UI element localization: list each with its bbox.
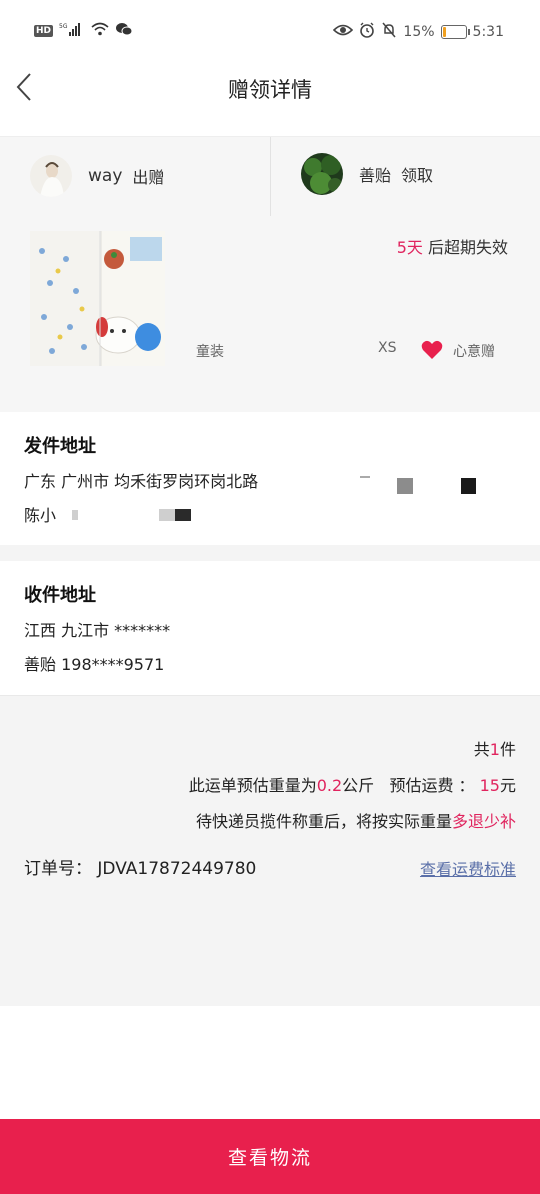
receiver-name: 善贻 [359, 166, 392, 185]
giver-info[interactable]: way 出赠 [30, 155, 164, 197]
shipping-summary: 共1件 此运单预估重量为0.2公斤 预估运费 ： 15元 待快递员揽件称重后，将… [0, 695, 540, 1006]
redaction-mark [175, 509, 191, 521]
order-label: 订单号： [24, 859, 92, 879]
battery-fill [442, 27, 446, 37]
eye-icon [333, 23, 354, 41]
status-bar: HD 5G 15% 5:31 [0, 0, 540, 64]
item-size: XS [378, 340, 397, 356]
weight-prefix: 此运单预估重量为 [188, 776, 317, 795]
weight-unit: 公斤 [342, 776, 375, 795]
redaction-mark [72, 510, 78, 520]
expire-suffix: 后超期失效 [427, 238, 508, 257]
receiver-info[interactable]: 善贻 领取 [301, 153, 433, 195]
weight-note: 待快递员揽件称重后，将按实际重量多退少补 [196, 808, 516, 832]
participants-row: way 出赠 善贻 领取 [0, 136, 540, 218]
sender-contact: 陈小 [24, 506, 57, 525]
weight-fee-line: 此运单预估重量为0.2公斤 预估运费 ： 15元 [189, 772, 516, 796]
wifi-icon [91, 22, 109, 39]
item-category: 童装 [196, 344, 224, 360]
battery-icon [440, 25, 470, 39]
item-total: 共1件 [474, 736, 516, 760]
hd-badge: HD [34, 24, 54, 37]
total-prefix: 共 [473, 740, 490, 759]
fee-unit: 元 [499, 776, 516, 795]
gift-type: 心意赠 [453, 344, 495, 360]
receiver-avatar [301, 153, 343, 195]
expire-days: 5天 [396, 238, 423, 257]
page-title: 赠领详情 [228, 78, 312, 102]
fee-label: 预估运费 ： [389, 776, 475, 795]
mute-bell-icon [381, 22, 397, 42]
sender-address-line: 广东 广州市 均禾街罗岗环岗北路 [24, 472, 259, 491]
expire-notice: 5天 后超期失效 [397, 234, 508, 258]
receiver-address-line: 江西 九江市 ******* [24, 621, 171, 640]
heart-icon [421, 340, 443, 360]
total-count: 1 [489, 740, 500, 759]
receiver-address-block: 收件地址 江西 九江市 ******* 善贻 198****9571 [0, 561, 540, 694]
order-number: JDVA17872449780 [97, 859, 257, 879]
view-logistics-button[interactable]: 查看物流 [0, 1119, 540, 1194]
item-photo [30, 231, 165, 366]
redaction-mark [461, 478, 476, 494]
clock: 5:31 [472, 24, 504, 40]
wechat-icon [115, 22, 133, 39]
giver-action: 出赠 [132, 168, 165, 187]
receiver-action: 领取 [401, 166, 434, 185]
order-number-row: 订单号： JDVA17872449780 [24, 854, 256, 879]
weight-value: 0.2 [316, 776, 343, 795]
sender-address-block: 发件地址 广东 广州市 均禾街罗岗环岗北路 陈小 [0, 412, 540, 544]
participants-divider [270, 137, 271, 217]
nav-header: 赠领详情 [0, 64, 540, 136]
receiver-address-title: 收件地址 [24, 585, 96, 606]
battery-percent: 15% [403, 24, 435, 40]
giver-name: way [88, 166, 123, 186]
sender-address-title: 发件地址 [24, 436, 96, 457]
note-highlight: 多退少补 [451, 812, 516, 831]
status-left: HD 5G [34, 22, 133, 39]
redaction-mark [360, 476, 370, 478]
note-prefix: 待快递员揽件称重后，将按实际重量 [195, 812, 452, 831]
total-suffix: 件 [499, 740, 516, 759]
fee-value: 15 [479, 776, 500, 795]
section-separator [0, 545, 540, 561]
signal-icon: 5G [59, 22, 85, 39]
receiver-contact: 善贻 198****9571 [24, 655, 165, 674]
fee-standard-link[interactable]: 查看运费标准 [420, 856, 516, 880]
redaction-mark [159, 509, 175, 521]
gift-item-card[interactable]: 5天 后超期失效 童装 XS 心意赠 [0, 216, 540, 412]
redaction-mark [397, 478, 413, 494]
giver-avatar [30, 155, 72, 197]
svg-text:5G: 5G [59, 23, 68, 30]
alarm-icon [359, 22, 375, 42]
status-right: 15% 5:31 [333, 22, 504, 42]
